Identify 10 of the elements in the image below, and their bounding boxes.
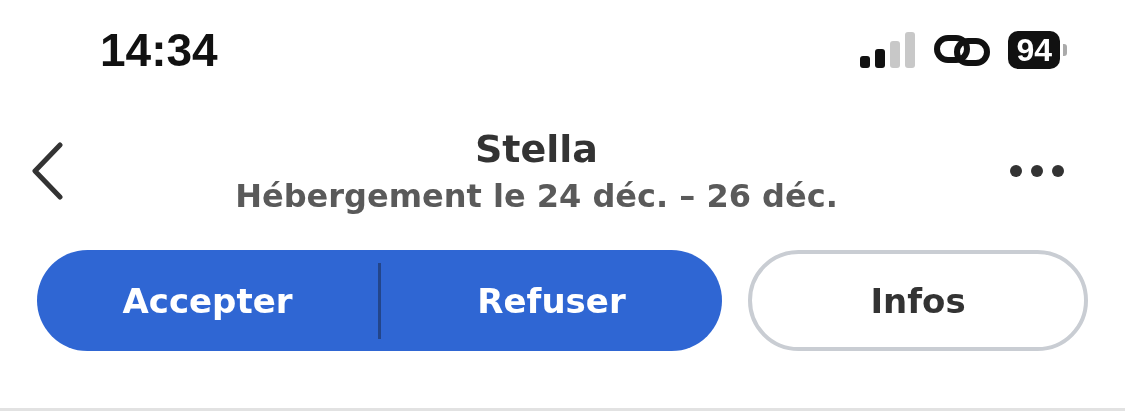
booking-dates: Hébergement le 24 déc. – 26 déc. <box>235 177 838 215</box>
infos-button[interactable]: Infos <box>748 250 1088 351</box>
more-icon[interactable] <box>1009 164 1065 178</box>
back-icon[interactable] <box>30 142 64 200</box>
signal-icon <box>860 32 917 68</box>
response-button[interactable]: Refuser <box>381 250 722 351</box>
response-button[interactable]: Accepter <box>37 250 378 351</box>
link-icon <box>934 32 991 68</box>
conversation-title: Stella <box>475 127 598 171</box>
status-time: 14:34 <box>100 23 218 77</box>
